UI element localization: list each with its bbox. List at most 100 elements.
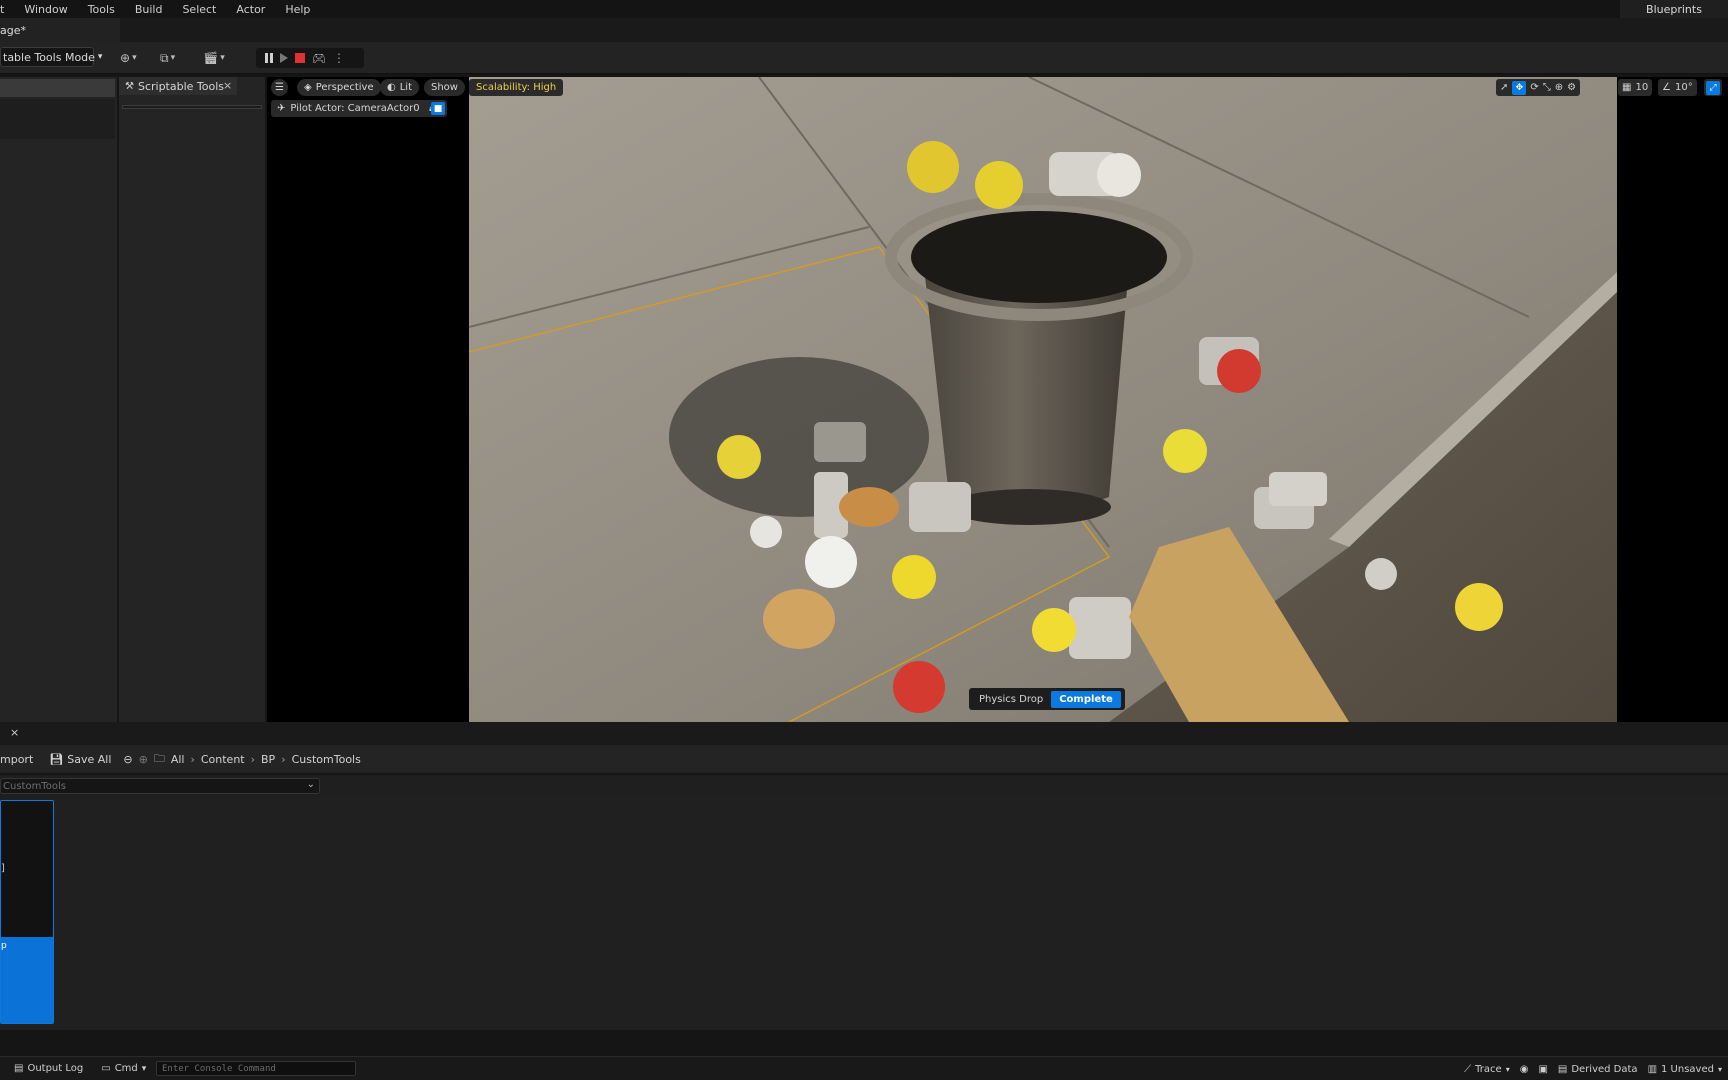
perspective-button[interactable]: ◈ Perspective xyxy=(297,79,381,96)
food-box xyxy=(909,482,971,532)
menu-actor[interactable]: Actor xyxy=(226,3,275,16)
cup xyxy=(1217,349,1261,393)
folder-icon[interactable]: 🗀 xyxy=(154,750,165,769)
menu-window[interactable]: Window xyxy=(14,3,77,16)
menu-tools[interactable]: Tools xyxy=(78,3,125,16)
scene-render[interactable] xyxy=(469,77,1617,722)
cinematics-button[interactable]: 🎬︎ ▾ xyxy=(203,49,225,67)
rotation-snap-button[interactable]: ∠ 10° xyxy=(1658,79,1697,96)
scriptable-tools-tab[interactable]: ⚒ Scriptable Tools xyxy=(119,77,237,95)
save-icon: 💾︎ xyxy=(49,752,64,766)
chevron-down-icon[interactable]: ⌄ xyxy=(307,779,315,790)
hammer-icon: ⚒ xyxy=(125,80,134,92)
chevron-down-icon: ▾ xyxy=(1505,1064,1510,1074)
more-options-icon[interactable]: ⋮ xyxy=(333,51,345,65)
scalability-button[interactable]: Scalability: High xyxy=(469,79,564,96)
scriptable-tools-tab-label: Scriptable Tools xyxy=(137,79,225,93)
path-filter-value: CustomTools xyxy=(3,780,66,792)
left-panel-item[interactable] xyxy=(0,99,115,139)
trash-bin-opening xyxy=(911,211,1167,303)
breadcrumb-content[interactable]: Content xyxy=(201,753,245,766)
cup xyxy=(1097,153,1141,197)
possess-gamepad-icon[interactable]: 🎮︎ xyxy=(312,52,326,65)
save-all-button[interactable]: 💾︎ Save All xyxy=(49,753,111,766)
breadcrumb-bp[interactable]: BP xyxy=(261,753,275,766)
screenshot-button[interactable]: ▣ xyxy=(1538,1064,1547,1075)
left-panel xyxy=(0,77,117,722)
blueprint-tools-button[interactable]: ⧉ ▾ xyxy=(160,49,175,67)
pause-icon[interactable] xyxy=(265,53,273,63)
cup xyxy=(1365,558,1397,590)
content-browser-filter-row: CustomTools ⌄ xyxy=(0,775,1728,797)
cup xyxy=(805,536,857,588)
breadcrumb-all[interactable]: All xyxy=(171,753,185,766)
path-filter-field[interactable]: CustomTools ⌄ xyxy=(0,778,320,794)
trace-button[interactable]: ⟋ Trace ▾ xyxy=(1464,1064,1510,1075)
step-frame-icon[interactable] xyxy=(280,53,288,63)
mode-selector[interactable]: table Tools Mode ▾ xyxy=(0,47,102,67)
rotate-icon[interactable]: ⟳ xyxy=(1530,82,1538,93)
perspective-label: Perspective xyxy=(315,82,374,93)
left-panel-header[interactable] xyxy=(0,79,115,97)
cmd-selector[interactable]: ▭ Cmd ▾ xyxy=(101,1063,146,1074)
asset-thumbnail: ] xyxy=(1,801,53,937)
output-log-button[interactable]: ▤ Output Log xyxy=(14,1063,83,1074)
blueprint-icon: ⧉ xyxy=(160,50,169,65)
menu-select[interactable]: Select xyxy=(172,3,226,16)
status-bar-right: ⟋ Trace ▾ ◉ ▣ ▤ Derived Data ▥ 1 Unsaved… xyxy=(1464,1057,1722,1080)
asset-label: p xyxy=(1,941,7,951)
derived-data-button[interactable]: ▤ Derived Data xyxy=(1558,1064,1638,1075)
surface-snap-icon[interactable]: ⚙ xyxy=(1567,82,1576,93)
level-tab-title: age* xyxy=(0,23,26,37)
cup xyxy=(907,141,959,193)
breadcrumb-customtools[interactable]: CustomTools xyxy=(292,753,361,766)
grid-snap-button[interactable]: ▦ 10 xyxy=(1618,79,1653,96)
maximize-viewport-button[interactable]: ⤢ xyxy=(1704,79,1722,96)
close-icon[interactable]: × xyxy=(10,726,19,739)
level-viewport[interactable]: ☰ ◈ Perspective ◐ Lit Show Scalability: … xyxy=(267,77,1728,722)
mode-label: table Tools Mode xyxy=(3,50,95,64)
pilot-actor-label: Pilot Actor: CameraActor0 xyxy=(290,103,420,114)
add-actor-button[interactable]: ⊕ ▾ xyxy=(120,49,137,67)
food-box xyxy=(1069,597,1131,659)
menu-build[interactable]: Build xyxy=(125,3,173,16)
level-tab[interactable]: age* xyxy=(0,18,120,42)
history-forward-icon[interactable]: ⊕ xyxy=(139,753,148,766)
cube-icon: ◈ xyxy=(304,82,312,93)
menu-edit[interactable]: t xyxy=(0,3,14,16)
import-button[interactable]: mport xyxy=(0,753,33,766)
scriptable-tools-panel: ⚒ Scriptable Tools × xyxy=(119,77,265,722)
translate-icon[interactable]: ✥ xyxy=(1512,80,1527,95)
blueprints-button[interactable]: Blueprints xyxy=(1620,0,1728,18)
terminal-icon: ▭ xyxy=(101,1063,111,1074)
physics-drop-notification: Physics Drop Complete xyxy=(969,688,1125,710)
stop-icon[interactable] xyxy=(295,53,305,63)
show-label: Show xyxy=(431,82,458,93)
viewport-menu-button[interactable]: ☰ xyxy=(271,79,288,96)
content-browser-toolbar: mport 💾︎ Save All ⊖ ⊕ 🗀 All › Content › … xyxy=(0,745,1728,773)
scale-icon[interactable]: ⤡ xyxy=(1543,82,1551,93)
menu-help[interactable]: Help xyxy=(275,3,320,16)
select-arrow-icon[interactable]: ➚ xyxy=(1500,82,1508,93)
view-mode-button[interactable]: ◐ Lit xyxy=(380,79,420,96)
lit-label: Lit xyxy=(399,82,413,93)
pilot-icon: ✈ xyxy=(277,103,286,114)
console-command-input[interactable]: Enter Console Command xyxy=(156,1061,356,1076)
trace-icon: ⟋ xyxy=(1464,1063,1472,1075)
record-button[interactable]: ◉ xyxy=(1520,1064,1529,1075)
world-space-icon[interactable]: ⊕ xyxy=(1555,82,1563,93)
camera-icon[interactable]: ■ xyxy=(431,102,445,115)
asset-tile[interactable]: ] p xyxy=(0,800,54,1024)
scriptable-tools-search[interactable] xyxy=(122,105,262,109)
show-button[interactable]: Show xyxy=(424,79,465,96)
cmd-label: Cmd xyxy=(114,1063,138,1074)
content-browser-tabbar: × xyxy=(0,722,1728,745)
chevron-down-icon: ▾ xyxy=(170,53,176,63)
chevron-down-icon: ▾ xyxy=(220,53,225,63)
unsaved-button[interactable]: ▥ 1 Unsaved ▾ xyxy=(1648,1064,1722,1075)
bin-bottom xyxy=(947,489,1111,525)
food-box xyxy=(1269,472,1327,506)
close-icon[interactable]: × xyxy=(223,79,232,92)
viewport-toolbar: ☰ ◈ Perspective ◐ Lit Show Scalability: … xyxy=(267,77,1728,99)
history-back-icon[interactable]: ⊖ xyxy=(123,753,132,766)
